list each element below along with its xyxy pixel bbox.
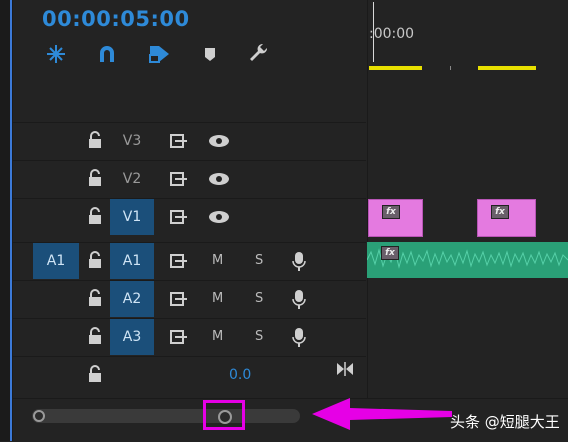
wrench-icon[interactable] bbox=[247, 42, 271, 66]
solo-button[interactable]: S bbox=[255, 281, 263, 317]
solo-button[interactable]: S bbox=[255, 243, 263, 279]
snap-insert-icon[interactable] bbox=[44, 42, 68, 66]
watermark: 头条 @短腿大王 bbox=[450, 413, 560, 431]
track-name-v3[interactable]: V3 bbox=[110, 123, 154, 159]
magnet-icon[interactable] bbox=[95, 42, 119, 66]
annotation-highlight-box bbox=[203, 400, 245, 430]
render-bar bbox=[369, 66, 422, 70]
microphone-icon[interactable] bbox=[291, 289, 307, 311]
mute-button[interactable]: M bbox=[212, 319, 223, 355]
sync-lock-icon[interactable] bbox=[169, 251, 189, 271]
go-to-edit-point-icon[interactable] bbox=[335, 361, 355, 377]
lock-icon[interactable] bbox=[87, 365, 103, 385]
lock-icon[interactable] bbox=[87, 169, 103, 189]
sync-lock-icon[interactable] bbox=[169, 327, 189, 347]
track-name-a3[interactable]: A3 bbox=[110, 319, 154, 355]
track-headers: V3 V2 V1 A1 A1 M S A2 M S A3 M S 0.0 bbox=[13, 122, 366, 397]
annotation-arrow-icon bbox=[312, 398, 452, 430]
track-name-v2[interactable]: V2 bbox=[110, 161, 154, 197]
eye-icon[interactable] bbox=[208, 169, 230, 189]
zoom-scroll-track[interactable] bbox=[32, 409, 300, 423]
microphone-icon[interactable] bbox=[291, 251, 307, 273]
track-row-master: 0.0 bbox=[13, 356, 366, 394]
fx-badge: fx bbox=[491, 205, 509, 219]
lock-icon[interactable] bbox=[87, 207, 103, 227]
sync-lock-icon[interactable] bbox=[169, 169, 189, 189]
eye-icon[interactable] bbox=[208, 131, 230, 151]
track-name-a2[interactable]: A2 bbox=[110, 281, 154, 317]
playhead[interactable] bbox=[373, 2, 374, 62]
lock-icon[interactable] bbox=[87, 131, 103, 151]
lock-icon[interactable] bbox=[87, 251, 103, 271]
zoom-handle-left[interactable] bbox=[33, 410, 45, 422]
track-name-a1[interactable]: A1 bbox=[110, 243, 154, 279]
track-name-v1[interactable]: V1 bbox=[110, 199, 154, 235]
track-row-a3: A3 M S bbox=[13, 318, 366, 356]
render-bar bbox=[478, 66, 536, 70]
track-row-v1: V1 bbox=[13, 198, 366, 236]
solo-button[interactable]: S bbox=[255, 319, 263, 355]
lock-icon[interactable] bbox=[87, 327, 103, 347]
add-marker-icon[interactable] bbox=[198, 42, 222, 66]
source-patch-a1[interactable]: A1 bbox=[33, 243, 79, 279]
panel-focus-accent bbox=[10, 0, 12, 441]
audio-clip[interactable]: fx bbox=[366, 242, 568, 278]
eye-icon[interactable] bbox=[208, 207, 230, 227]
track-row-v2: V2 bbox=[13, 160, 366, 198]
fx-badge: fx bbox=[382, 205, 400, 219]
track-row-a1: A1 A1 M S bbox=[13, 242, 366, 280]
sync-lock-icon[interactable] bbox=[169, 207, 189, 227]
mute-button[interactable]: M bbox=[212, 243, 223, 279]
microphone-icon[interactable] bbox=[291, 327, 307, 349]
linked-selection-icon[interactable] bbox=[147, 42, 171, 66]
mute-button[interactable]: M bbox=[212, 281, 223, 317]
video-clip[interactable]: fx bbox=[368, 199, 423, 237]
master-volume-value[interactable]: 0.0 bbox=[229, 357, 251, 393]
sync-lock-icon[interactable] bbox=[169, 289, 189, 309]
lock-icon[interactable] bbox=[87, 289, 103, 309]
sync-lock-icon[interactable] bbox=[169, 131, 189, 151]
time-ruler-label: :00:00 bbox=[369, 26, 415, 42]
track-row-a2: A2 M S bbox=[13, 280, 366, 318]
playhead-timecode[interactable]: 00:00:05:00 bbox=[42, 7, 190, 31]
video-clip[interactable]: fx bbox=[477, 199, 536, 237]
track-row-v3: V3 bbox=[13, 122, 366, 160]
fx-badge: fx bbox=[381, 246, 399, 260]
ruler-tick bbox=[450, 66, 451, 70]
